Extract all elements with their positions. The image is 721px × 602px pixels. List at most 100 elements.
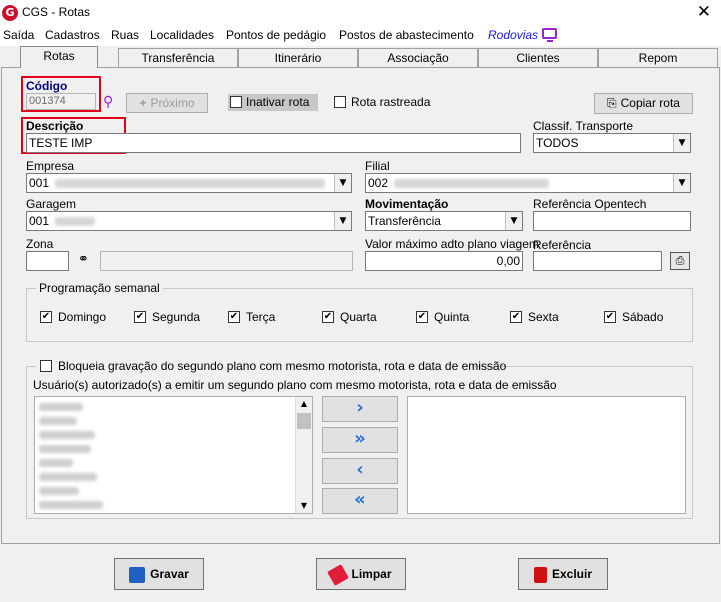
menu-ruas[interactable]: Ruas [111,28,139,42]
list-item[interactable] [39,487,79,495]
proximo-button[interactable]: + Próximo [126,93,208,113]
scroll-up-icon[interactable]: ▲ [296,397,312,411]
chevron-down-icon[interactable]: ▼ [505,212,522,230]
menu-rodovias[interactable]: Rodovias [488,28,538,42]
movimentacao-select[interactable]: Transferência ▼ [365,211,523,231]
tab-clientes[interactable]: Clientes [478,48,598,67]
app-logo: G [2,5,18,21]
descricao-label: Descrição [26,119,84,133]
list-item[interactable] [39,473,97,481]
chevron-down-icon[interactable]: ▼ [673,174,690,192]
tab-repom[interactable]: Repom [598,48,718,67]
tab-rotas[interactable]: Rotas [20,46,98,68]
redacted-text [55,217,96,227]
limpar-button[interactable]: Limpar [316,558,406,590]
list-item[interactable] [39,459,73,467]
tab-transferencia[interactable]: Transferência [118,48,238,67]
menu-postos-abastecimento[interactable]: Postos de abastecimento [339,28,474,42]
empresa-value: 001 [29,176,50,190]
list-item[interactable] [39,403,83,411]
menu-bar: Saída Cadastros Ruas Localidades Pontos … [0,26,721,46]
list-item[interactable] [39,431,95,439]
zona-input[interactable] [26,251,69,271]
copiar-rota-button[interactable]: ⎘ Copiar rota [594,93,693,114]
printer-icon[interactable]: ⎙ [670,252,690,270]
move-left-button[interactable]: ‹ [322,458,398,484]
move-all-left-button[interactable]: « [322,488,398,514]
tv-icon[interactable] [542,28,557,42]
empresa-label: Empresa [26,159,75,173]
classif-label: Classif. Transporte [533,119,634,133]
tab-strip: Rotas Transferência Itinerário Associaçã… [0,46,721,68]
referencia-input[interactable] [533,251,662,271]
garagem-label: Garagem [26,197,77,211]
bloqueia-checkbox[interactable] [40,360,52,372]
redacted-text [394,179,550,189]
zona-label: Zona [26,237,54,251]
list-item[interactable] [39,445,91,453]
scroll-down-icon[interactable]: ▼ [296,499,312,513]
limpar-label: Limpar [351,567,392,581]
valor-max-input[interactable]: 0,00 [365,251,523,271]
move-all-right-button[interactable]: » [322,427,398,453]
codigo-input[interactable]: 001374 [26,93,96,110]
gravar-button[interactable]: Gravar [114,558,204,590]
chevron-down-icon[interactable]: ▼ [673,134,690,152]
proximo-label: Próximo [150,96,195,110]
terca-checkbox[interactable]: ✔ [228,311,240,323]
save-icon [129,566,146,583]
chevron-down-icon[interactable]: ▼ [334,212,351,230]
check-icon: ✔ [135,311,145,322]
copy-icon: ⎘ [607,96,617,110]
sexta-label: Sexta [528,310,559,324]
bloqueia-label: Bloqueia gravação do segundo plano com m… [58,359,507,373]
title-bar: G CGS - Rotas ✕ [0,0,721,26]
sabado-label: Sábado [622,310,664,324]
descricao-input[interactable]: TESTE IMP [26,133,521,153]
list-item[interactable] [39,417,77,425]
sexta-checkbox[interactable]: ✔ [510,311,522,323]
check-icon: ✔ [229,311,239,322]
copiar-rota-label: Copiar rota [620,96,680,110]
usuarios-disponiveis-list[interactable]: ▲ ▼ [34,396,313,514]
sabado-checkbox[interactable]: ✔ [604,311,616,323]
check-icon: ✔ [323,311,333,322]
empresa-select[interactable]: 001 ▼ [26,173,352,193]
close-button[interactable]: ✕ [697,2,711,22]
ref-opentech-label: Referência Opentech [533,197,647,211]
domingo-checkbox[interactable]: ✔ [40,311,52,323]
tab-itinerario[interactable]: Itinerário [238,48,358,67]
quarta-checkbox[interactable]: ✔ [322,311,334,323]
trash-icon [533,566,547,583]
check-icon: ✔ [417,311,427,322]
classif-select[interactable]: TODOS ▼ [533,133,691,153]
inativar-checkbox[interactable] [230,96,242,108]
ref-opentech-input[interactable] [533,211,691,231]
menu-pontos-pedagio[interactable]: Pontos de pedágio [226,28,326,42]
search-icon[interactable]: ⚲ [103,94,113,110]
binoculars-icon[interactable]: ⚭ [78,252,89,267]
movimentacao-label: Movimentação [365,197,449,211]
filial-value: 002 [368,176,389,190]
tab-associacao[interactable]: Associação [358,48,478,67]
rastreada-checkbox[interactable] [334,96,346,108]
list-item[interactable] [39,501,103,509]
excluir-button[interactable]: Excluir [518,558,608,590]
filial-select[interactable]: 002 ▼ [365,173,691,193]
menu-saida[interactable]: Saída [3,28,34,42]
menu-localidades[interactable]: Localidades [150,28,214,42]
inativar-label: Inativar rota [246,95,310,109]
segunda-checkbox[interactable]: ✔ [134,311,146,323]
usuarios-label: Usuário(s) autorizado(s) a emitir um seg… [33,378,557,392]
usuarios-autorizados-list[interactable] [407,396,686,514]
scroll-thumb[interactable] [297,413,311,429]
quinta-label: Quinta [434,310,470,324]
scrollbar[interactable]: ▲ ▼ [295,397,312,513]
chevron-down-icon[interactable]: ▼ [334,174,351,192]
eraser-icon [327,563,350,586]
menu-cadastros[interactable]: Cadastros [45,28,100,42]
garagem-select[interactable]: 001 ▼ [26,211,352,231]
check-icon: ✔ [605,311,615,322]
quinta-checkbox[interactable]: ✔ [416,311,428,323]
move-right-button[interactable]: › [322,396,398,422]
